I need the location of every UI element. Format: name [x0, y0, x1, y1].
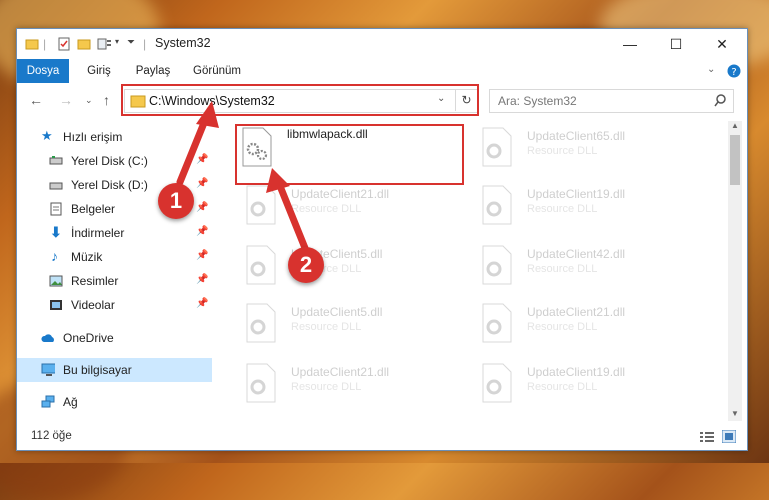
step-1-badge: 1 [158, 183, 194, 219]
arrow-1 [176, 114, 210, 186]
step-2-badge: 2 [288, 247, 324, 283]
arrow-2 [276, 182, 309, 252]
arrow-2-head [266, 168, 290, 193]
arrow-1-head [196, 101, 219, 128]
annotation-arrows [176, 101, 309, 252]
